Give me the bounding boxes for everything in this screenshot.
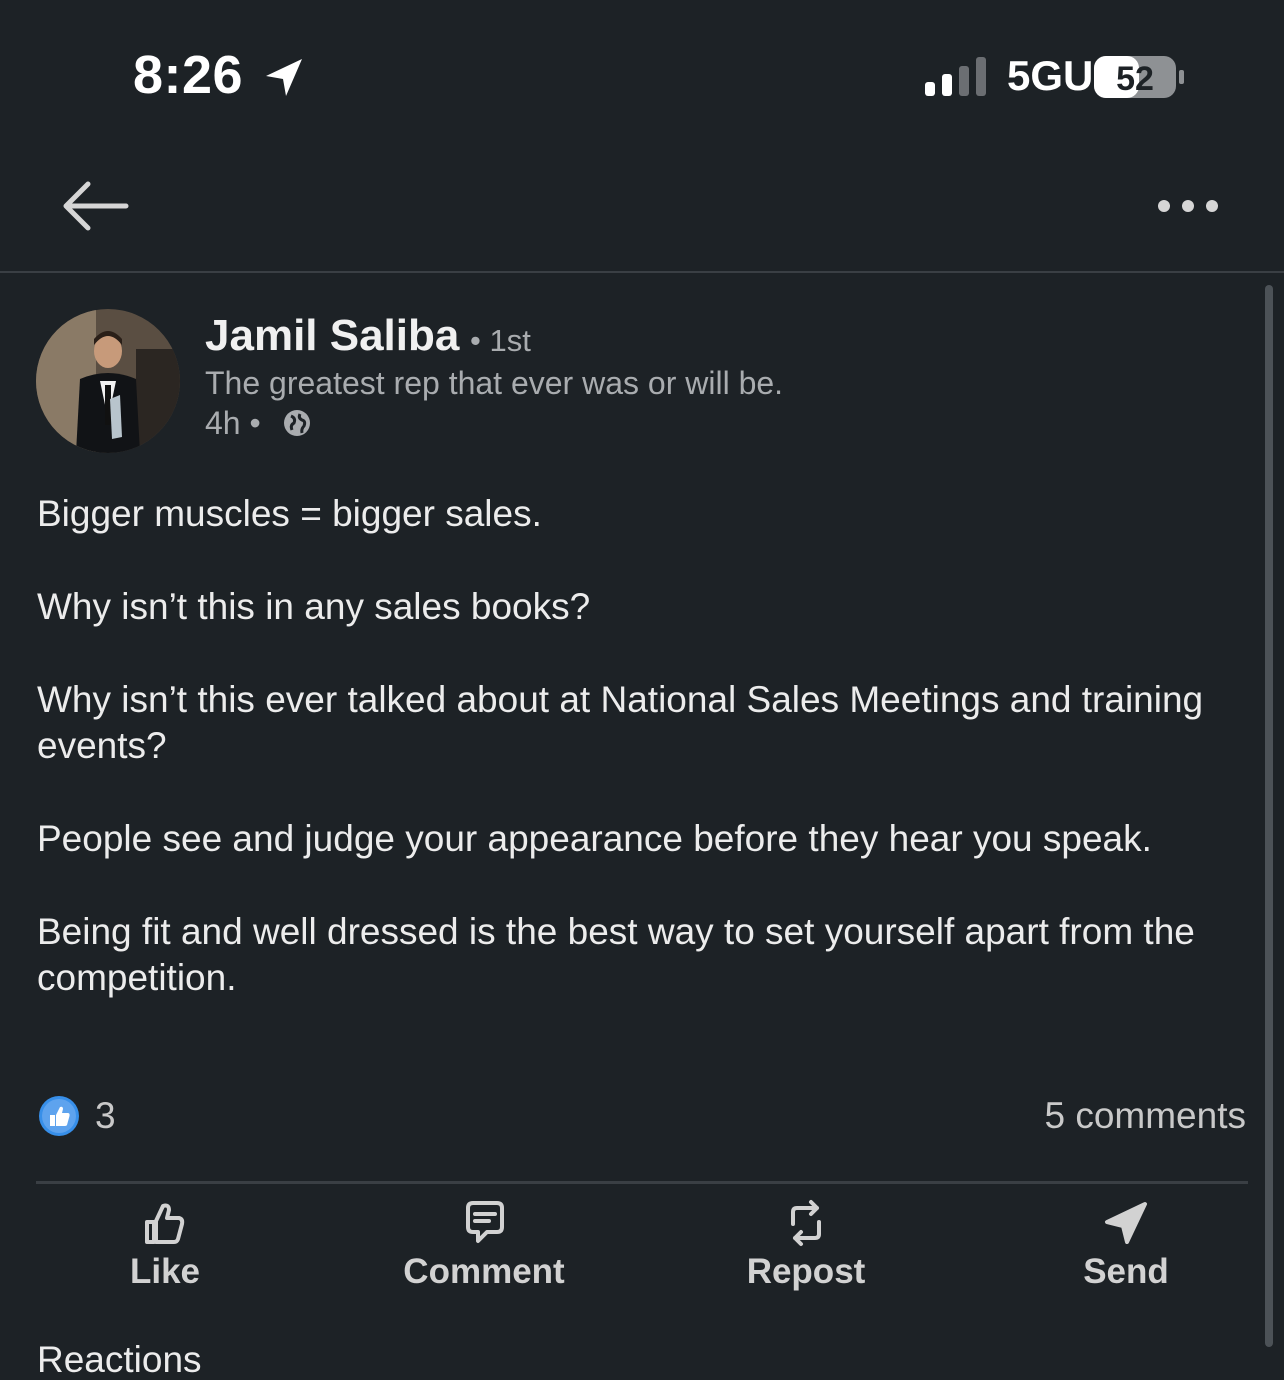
like-reaction-icon[interactable] bbox=[38, 1095, 80, 1137]
reactions-section-heading: Reactions bbox=[37, 1339, 202, 1380]
status-bar: 8:26 5GUC 52 bbox=[0, 0, 1284, 150]
post-paragraph: Bigger muscles = bigger sales. bbox=[37, 493, 542, 534]
post-paragraph: Being fit and well dressed is the best w… bbox=[37, 911, 1195, 998]
post-paragraph: People see and judge your appearance bef… bbox=[37, 818, 1152, 859]
scrollbar[interactable] bbox=[1265, 285, 1273, 1347]
like-button[interactable]: Like bbox=[45, 1198, 285, 1292]
repost-label: Repost bbox=[746, 1252, 866, 1291]
post-time: 4h • bbox=[205, 405, 261, 441]
send-button[interactable]: Send bbox=[1006, 1198, 1246, 1292]
author-name[interactable]: Jamil Saliba bbox=[205, 311, 459, 361]
nav-bar bbox=[0, 150, 1284, 273]
globe-icon bbox=[284, 410, 310, 436]
divider bbox=[36, 1181, 1248, 1184]
comment-bubble-icon bbox=[466, 1201, 504, 1243]
post-body: Bigger muscles = bigger sales. Why isn’t… bbox=[37, 491, 1227, 1048]
battery-level: 52 bbox=[1116, 60, 1154, 98]
comment-button[interactable]: Comment bbox=[364, 1198, 604, 1292]
author-headline: The greatest rep that ever was or will b… bbox=[205, 365, 784, 401]
send-label: Send bbox=[1083, 1252, 1169, 1291]
post-actions: Like Comment Repost Send bbox=[0, 1198, 1284, 1308]
thumbs-up-icon bbox=[145, 1203, 185, 1244]
avatar[interactable] bbox=[36, 309, 180, 453]
reaction-count[interactable]: 3 bbox=[95, 1095, 116, 1137]
more-dots-icon[interactable] bbox=[1152, 196, 1224, 216]
comment-label: Comment bbox=[403, 1252, 565, 1291]
post-paragraph: Why isn’t this ever talked about at Nati… bbox=[37, 679, 1204, 766]
back-arrow-icon[interactable] bbox=[60, 178, 130, 234]
signal-bars-icon bbox=[925, 57, 986, 96]
battery-icon: 52 bbox=[1094, 56, 1184, 98]
comments-count[interactable]: 5 comments bbox=[1044, 1095, 1246, 1137]
send-icon bbox=[1105, 1202, 1147, 1244]
post-paragraph: Why isn’t this in any sales books? bbox=[37, 586, 591, 627]
connection-degree: • 1st bbox=[470, 323, 531, 358]
repost-button[interactable]: Repost bbox=[686, 1198, 926, 1292]
like-label: Like bbox=[129, 1252, 201, 1291]
repost-icon bbox=[791, 1200, 821, 1246]
location-arrow-icon bbox=[266, 59, 302, 96]
status-time: 8:26 bbox=[133, 45, 244, 105]
